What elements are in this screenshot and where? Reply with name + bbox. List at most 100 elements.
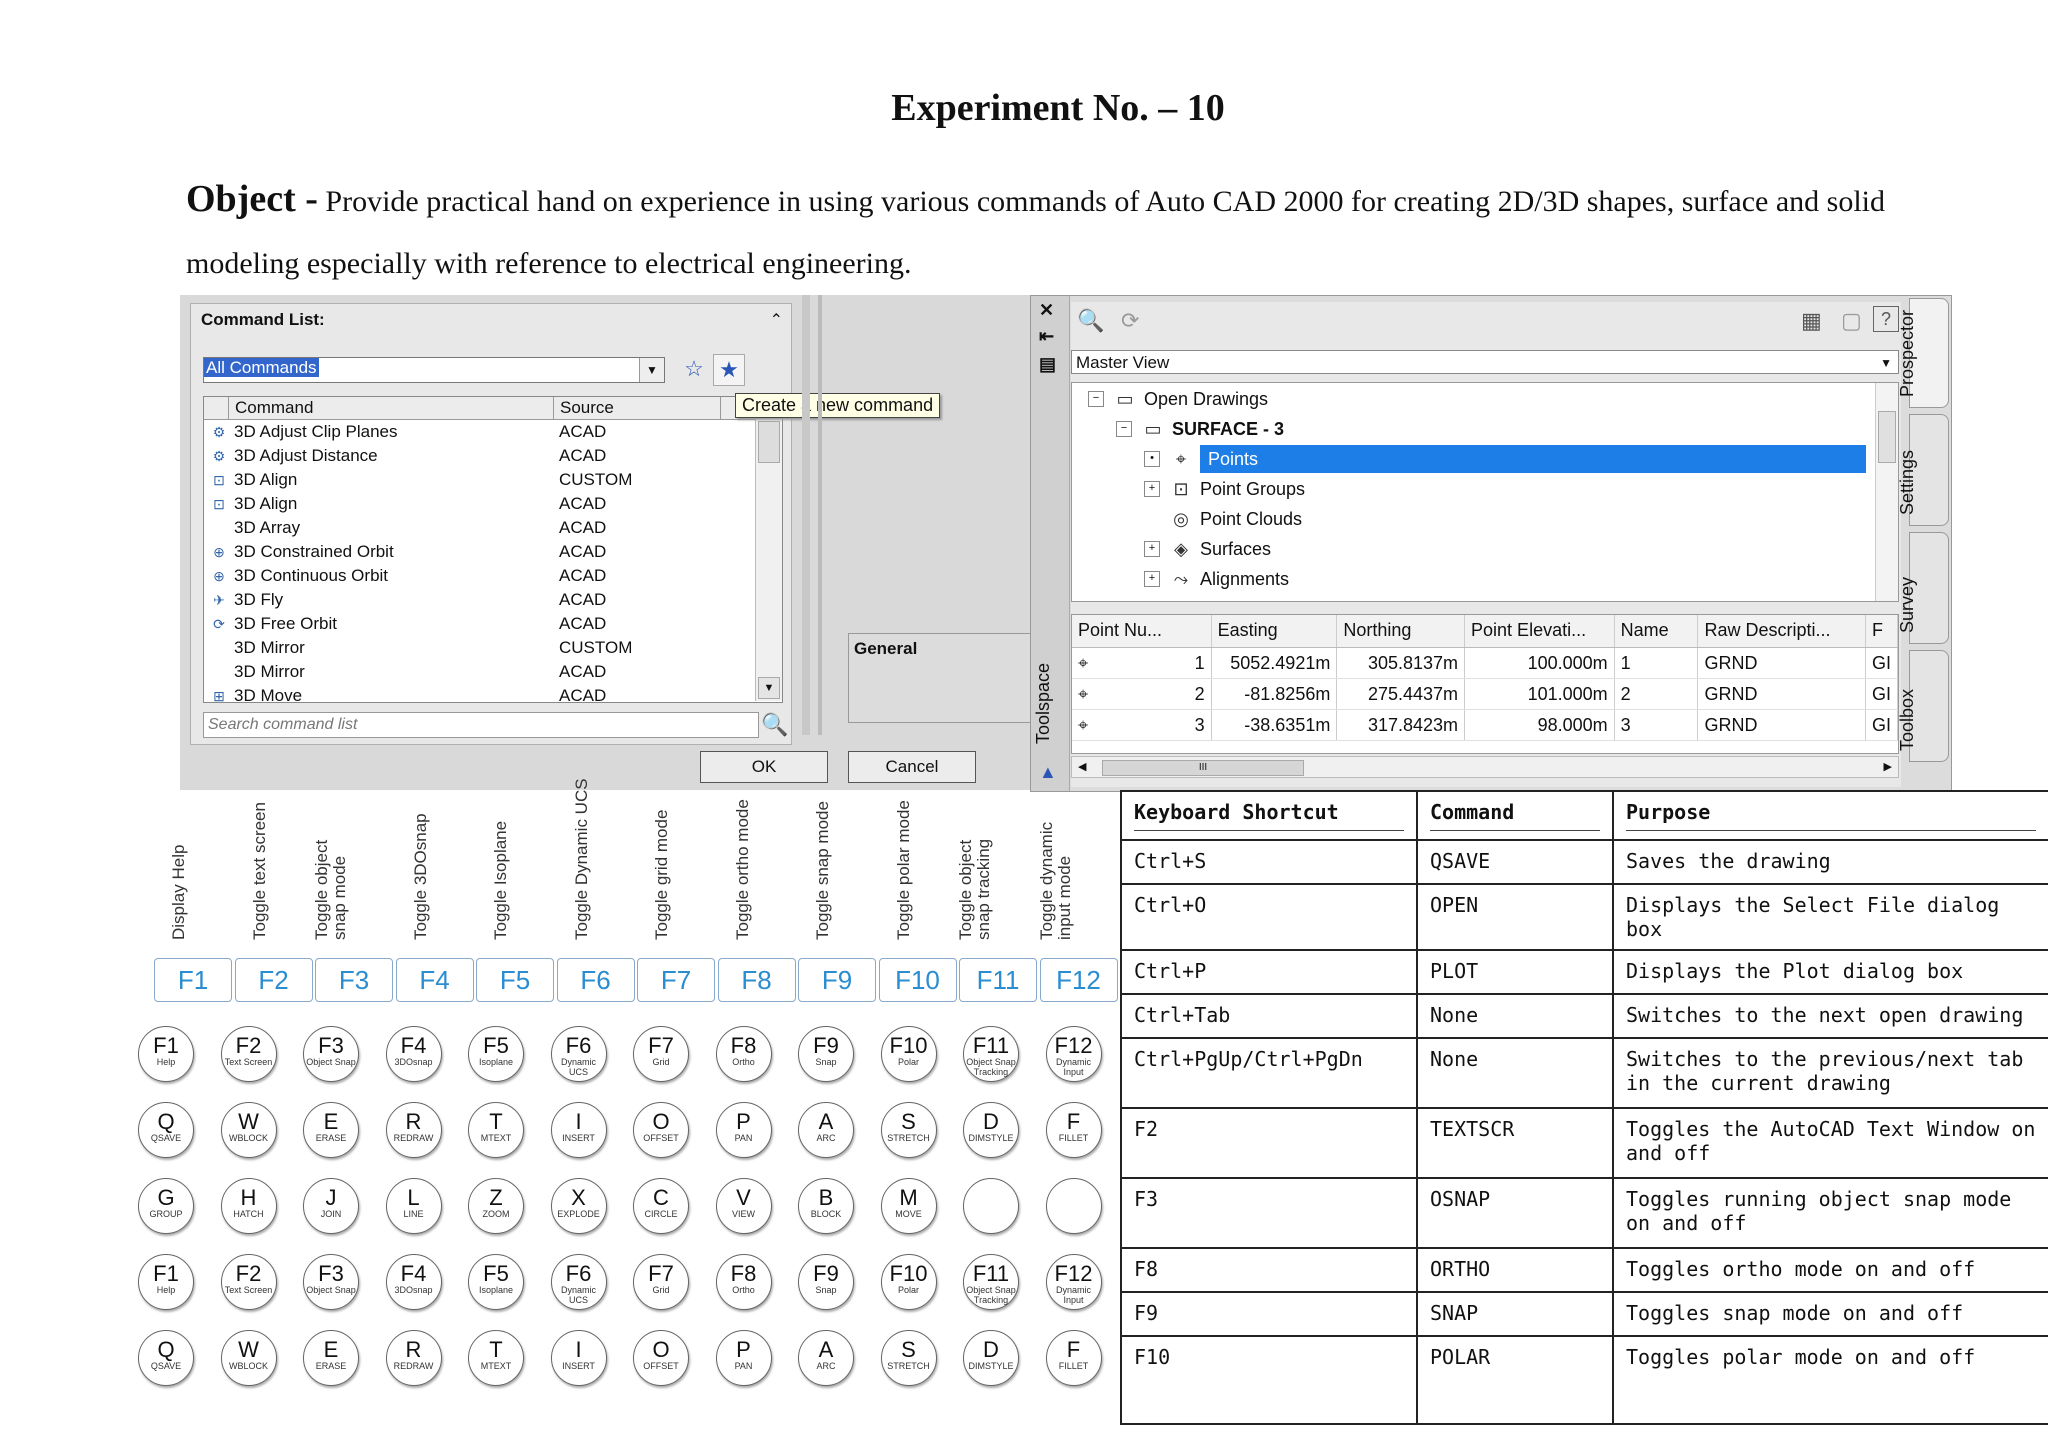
properties-icon[interactable]: ▤ (1039, 354, 1056, 375)
table-row[interactable]: ⌖ 3 -38.6351m 317.8423m 98.000m 3 GRND GI (1072, 710, 1898, 741)
key-circle-f7: F7 Grid (633, 1026, 689, 1082)
function-key-f12: F12 (1039, 958, 1118, 1002)
command-cell: QSAVE (1416, 839, 1614, 885)
tab-settings[interactable]: Settings (1897, 414, 1949, 526)
key-command: Object Snap (306, 1285, 356, 1295)
search-icon[interactable]: 🔍 (761, 712, 788, 738)
key-letter: P (736, 1337, 751, 1362)
tab-survey[interactable]: Survey (1897, 532, 1949, 644)
shortcut-cell: F2 (1120, 1107, 1418, 1179)
command-name: 3D Adjust Clip Planes (234, 422, 398, 441)
key-command: Text Screen (224, 1285, 273, 1295)
tree-item[interactable]: + ◈ Surfaces (1144, 535, 1271, 563)
key-letter: J (325, 1185, 337, 1210)
grid-column-header[interactable]: Raw Descripti... (1698, 615, 1867, 647)
tree-scrollbar[interactable] (1875, 383, 1898, 601)
column-header-source[interactable]: Source (554, 397, 721, 419)
cancel-button[interactable]: Cancel (848, 751, 976, 783)
tree-item[interactable]: • ⌖ Points (1144, 445, 1866, 473)
scroll-thumb[interactable]: III (1102, 760, 1304, 776)
table-row[interactable]: ⊡ 3D Align CUSTOM (204, 468, 782, 492)
key-command: FILLET (1058, 1361, 1089, 1371)
key-command: OFFSET (643, 1133, 679, 1143)
table-row[interactable]: ⌖ 2 -81.8256m 275.4437m 101.000m 2 GRND GI (1072, 679, 1898, 710)
key-circle-p: P PAN (715, 1330, 772, 1386)
grid-column-header[interactable]: Point Nu... (1072, 615, 1212, 647)
table-row[interactable]: 3D Mirror ACAD (204, 660, 782, 684)
table-row[interactable]: ⊕ 3D Continuous Orbit ACAD (204, 564, 782, 588)
scroll-left-icon[interactable]: ◀ (1078, 757, 1086, 777)
table-row[interactable]: ⚙ 3D Adjust Clip Planes ACAD (204, 420, 782, 444)
grid-column-header[interactable]: F (1866, 615, 1898, 647)
command-icon: ⊞ (213, 688, 225, 703)
tree-item[interactable]: ◎ Point Clouds (1144, 505, 1302, 533)
grid-horizontal-scrollbar[interactable]: ◀ III ▶ (1071, 756, 1899, 778)
scroll-thumb[interactable] (758, 421, 780, 463)
table-row[interactable]: ⊡ 3D Align ACAD (204, 492, 782, 516)
preview-search-icon[interactable]: 🔍 (1077, 308, 1104, 334)
grid-column-header[interactable]: Northing (1337, 615, 1466, 647)
key-circle-r: R REDRAW (385, 1330, 442, 1386)
tree-item[interactable]: + ⤳ Alignments (1144, 565, 1289, 593)
table-row[interactable]: ⌖ 1 5052.4921m 305.8137m 100.000m 1 GRND GI (1072, 648, 1898, 679)
chevron-down-icon[interactable]: ▼ (1880, 351, 1892, 375)
autohide-icon[interactable]: ⇤ (1039, 326, 1054, 347)
tab-toolbox[interactable]: Toolbox (1897, 650, 1949, 762)
tree-expander-icon[interactable]: + (1144, 481, 1160, 497)
ok-button[interactable]: OK (700, 751, 828, 783)
view-select[interactable]: Master View ▼ (1071, 350, 1899, 374)
tree-expander-icon[interactable]: − (1116, 421, 1132, 437)
table-row[interactable]: ⊞ 3D Move ACAD (204, 684, 782, 703)
table-row[interactable]: ⊕ 3D Constrained Orbit ACAD (204, 540, 782, 564)
grid-column-header[interactable]: Name (1615, 615, 1699, 647)
key-letter: W (238, 1109, 259, 1134)
tab-prospector[interactable]: Prospector (1897, 298, 1949, 408)
table-row[interactable]: 3D Array ACAD (204, 516, 782, 540)
scroll-thumb[interactable] (1878, 411, 1896, 463)
tree-node-icon: ⊡ (1173, 479, 1189, 499)
function-key-label: Toggle dynamic input mode (1036, 821, 1074, 940)
tree-item[interactable]: − ▭ SURFACE - 3 (1116, 415, 1284, 443)
tree-expander-icon[interactable]: + (1144, 541, 1160, 557)
table-row[interactable]: ✈ 3D Fly ACAD (204, 588, 782, 612)
table-row: Ctrl+P PLOT Displays the Plot dialog box (1120, 949, 2048, 995)
favorite-star-icon[interactable]: ☆ (679, 354, 709, 384)
table-row[interactable]: ⚙ 3D Adjust Distance ACAD (204, 444, 782, 468)
command-source: ACAD (559, 494, 607, 513)
grid-cell: 1 (1615, 648, 1699, 678)
tree-expander-icon[interactable]: + (1144, 571, 1160, 587)
tree-expander-icon[interactable]: • (1144, 451, 1160, 467)
grid-column-header[interactable]: Easting (1212, 615, 1338, 647)
refresh-icon[interactable]: ⟳ (1121, 308, 1139, 334)
table-row[interactable]: ⟳ 3D Free Orbit ACAD (204, 612, 782, 636)
help-icon[interactable]: ? (1873, 306, 1899, 332)
key-letter: F1 (153, 1033, 179, 1058)
close-icon[interactable]: ✕ (1039, 300, 1054, 321)
scroll-down-icon[interactable]: ▼ (758, 677, 780, 699)
toolspace-window: ✕ ⇤ ▤ Toolspace ▲ 🔍 ⟳ ▦ ▢ ? Master View … (1030, 295, 1952, 792)
command-search-input[interactable]: Search command list (203, 712, 759, 738)
command-icon: ⊡ (213, 472, 225, 488)
table-row[interactable]: 3D Mirror CUSTOM (204, 636, 782, 660)
command-icon: ⊡ (213, 496, 225, 512)
collapse-icon[interactable]: ⌃ (770, 310, 783, 330)
command-filter-select[interactable]: All Commands ▼ (203, 357, 665, 383)
splitter[interactable] (802, 295, 810, 735)
item-view-icon[interactable]: ▦ (1801, 308, 1822, 334)
function-key-description: Toggle text screen (239, 800, 319, 940)
tree-item[interactable]: − ▭ Open Drawings (1088, 385, 1268, 413)
command-source: ACAD (559, 590, 607, 609)
command-table-scrollbar[interactable]: ▼ (755, 419, 782, 701)
table-row: F8 ORTHO Toggles ortho mode on and off (1120, 1247, 2048, 1293)
key-letter: F10 (889, 1033, 928, 1058)
grid-column-header[interactable]: Point Elevati... (1465, 615, 1615, 647)
new-command-star-icon[interactable]: ★ (713, 354, 745, 386)
tree-node-icon: ▭ (1116, 389, 1134, 409)
tree-expander-icon[interactable]: − (1088, 391, 1104, 407)
chevron-down-icon[interactable]: ▼ (639, 358, 664, 382)
key-letter: W (238, 1337, 259, 1362)
panel-icon[interactable]: ▢ (1841, 308, 1862, 334)
scroll-right-icon[interactable]: ▶ (1884, 757, 1892, 777)
tree-item[interactable]: + ⊡ Point Groups (1144, 475, 1305, 503)
column-header-command[interactable]: Command (229, 397, 554, 419)
